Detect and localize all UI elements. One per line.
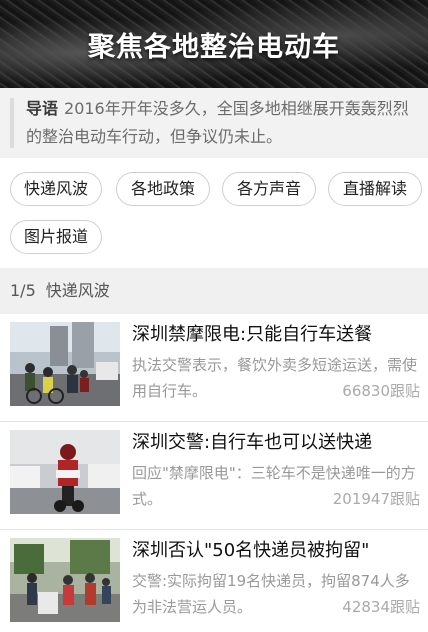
article-title: 深圳否认"50名快递员被拘留" (132, 540, 370, 561)
tag-opinions[interactable]: 各方声音 (222, 172, 316, 206)
section-header: 1/5 快递风波 (0, 268, 428, 314)
comment-count: 201947跟贴 (328, 486, 420, 512)
article-item[interactable]: 深圳禁摩限电:只能自行车送餐 执法交警表示，餐饮外卖多短途运送，需使用自行车。 … (0, 314, 428, 422)
article-thumbnail (10, 322, 120, 406)
tag-express[interactable]: 快递风波 (10, 172, 102, 206)
article-thumbnail (10, 430, 120, 514)
section-index: 1/5 (10, 281, 36, 300)
intro-text-block: 导语 2016年开年没多久，全国多地相继展开轰轰烈烈的整治电动车行动，但争议仍未止… (26, 95, 422, 151)
article-item[interactable]: 深圳交警:自行车也可以送快递 回应"禁摩限电"：三轮车不是快递唯一的方式。 20… (0, 422, 428, 530)
intro-text: 2016年开年没多久，全国多地相继展开轰轰烈烈的整治电动车行动，但争议仍未止。 (26, 99, 409, 146)
article-thumbnail (10, 538, 120, 622)
article-title: 深圳交警:自行车也可以送快递 (132, 432, 373, 453)
intro-block: 导语 2016年开年没多久，全国多地相继展开轰轰烈烈的整治电动车行动，但争议仍未止… (0, 88, 428, 158)
tag-photo[interactable]: 图片报道 (10, 220, 102, 254)
comment-count: 66830跟贴 (338, 378, 420, 404)
banner-title: 聚焦各地整治电动车 (88, 31, 340, 63)
category-tags: 快递风波 各地政策 各方声音 直播解读 图片报道 (0, 158, 428, 268)
comment-count: 42834跟贴 (338, 594, 420, 620)
article-title: 深圳禁摩限电:只能自行车送餐 (132, 324, 373, 345)
intro-label: 导语 (26, 99, 59, 118)
topic-banner: 聚焦各地整治电动车 (0, 0, 428, 88)
tag-local-policy[interactable]: 各地政策 (116, 172, 210, 206)
intro-quote-bar (10, 98, 14, 148)
article-item[interactable]: 深圳否认"50名快递员被拘留" 交警:实际拘留19名快递员，拘留874人多为非法… (0, 530, 428, 632)
section-title: 快递风波 (45, 281, 110, 300)
tag-live[interactable]: 直播解读 (328, 172, 422, 206)
